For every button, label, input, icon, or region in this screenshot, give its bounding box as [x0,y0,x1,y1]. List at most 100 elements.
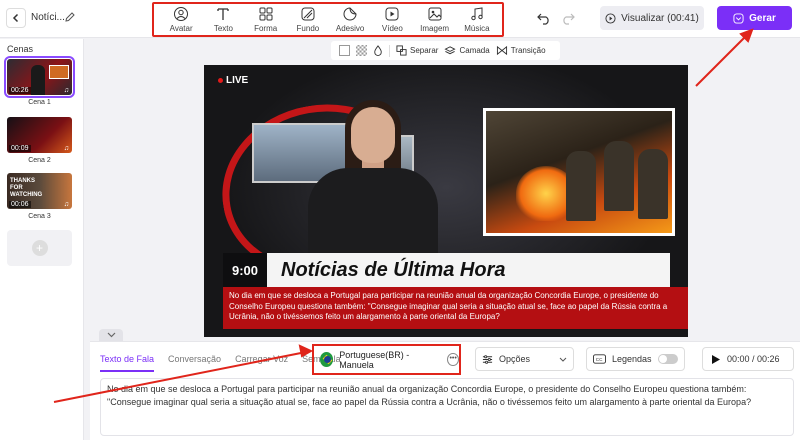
layers-icon [444,46,457,55]
tab-conversation[interactable]: Conversação [168,354,221,364]
layer-label: Camada [459,46,490,55]
plus-icon: + [31,240,48,256]
music-note-icon: ♫ [63,201,69,208]
music-note-icon: ♫ [63,87,69,94]
tool-text[interactable]: Texto [206,6,240,33]
scene-duration: 00:06 [9,201,31,208]
tab-upload-voice[interactable]: Carregar Voz [235,354,288,364]
live-indicator: LIVE [218,75,248,86]
scene-duration: 00:26 [9,87,31,94]
options-label: Opções [499,354,531,364]
speech-tabs: Texto de Fala Conversação Carregar Voz S… [100,342,341,375]
firefighter-figure [604,141,634,211]
canvas-toolbar: Separar Camada Transição [331,41,560,60]
back-button[interactable] [6,8,26,28]
text-icon [217,8,230,20]
sticker-icon [343,7,357,21]
scene-label: Cena 2 [28,157,51,164]
tool-background[interactable]: Fundo [291,6,325,33]
scene-item-1[interactable]: 00:26 ♫ Cena 1 [4,56,75,106]
script-textarea[interactable]: No dia em que se desloca a Portugal para… [100,378,794,436]
shapes-icon [259,7,273,21]
generate-label: Gerar [749,12,776,24]
video-icon [385,7,399,21]
transition-button[interactable]: Transição [496,45,546,56]
tool-label: Fundo [296,24,320,33]
ticker-text[interactable]: No dia em que se desloca a Portugal para… [223,287,688,329]
captions-label: Legendas [612,354,652,364]
options-dropdown[interactable]: Opções [475,347,574,371]
layer-button[interactable]: Camada [444,45,490,56]
music-note-icon: ♫ [63,145,69,152]
tool-music[interactable]: Música [460,6,494,33]
scene-duration: 00:09 [9,145,31,152]
separate-label: Separar [410,46,439,55]
firefighter-figure [566,151,596,221]
tab-text-to-speech[interactable]: Texto de Fala [100,346,155,372]
project-title[interactable]: Notíci... [31,12,65,23]
transparency-icon[interactable] [356,45,367,56]
video-preview[interactable]: LIVE 9:00 Notícias de Última Hora No dia… [204,65,688,337]
chevron-left-icon [12,13,19,23]
tool-shape[interactable]: Forma [249,6,283,33]
more-options-icon[interactable]: ••• [447,353,459,366]
tool-label: Imagem [420,24,450,33]
scene-label: Cena 3 [28,213,51,220]
tool-label: Vídeo [381,24,403,33]
voice-selector[interactable]: Portuguese(BR) - Manuela ••• [312,344,461,375]
pencil-icon[interactable] [64,11,76,23]
headline-box[interactable]: Notícias de Última Hora [267,253,670,287]
scene-item-2[interactable]: 00:09 ♫ Cena 2 [7,117,72,164]
headline-text: Notícias de Última Hora [281,258,506,281]
generate-icon [733,12,744,24]
tool-video[interactable]: Vídeo [375,6,409,33]
tool-sticker[interactable]: Adesivo [333,6,367,33]
captions-toggle[interactable] [658,354,678,364]
undo-icon[interactable] [536,11,552,25]
collapse-panel-button[interactable] [99,329,123,341]
add-scene-button[interactable]: + [7,230,72,266]
background-icon [301,7,315,21]
svg-text:CC: CC [596,357,603,362]
drop-icon[interactable] [373,45,383,56]
preview-button[interactable]: Visualizar (00:41) [600,6,704,30]
live-dot-icon [218,78,223,83]
voice-name: Portuguese(BR) - Manuela [339,349,410,370]
scene-item-3[interactable]: THANKS FOR WATCHING 00:06 ♫ Cena 3 [7,173,72,220]
tool-label: Adesivo [335,24,365,33]
thumb-caption: THANKS FOR WATCHING [10,178,43,198]
tool-image[interactable]: Imagem [418,6,452,33]
playback-time: 00:00 / 00:26 [727,354,780,364]
captions-control: CC Legendas [586,347,685,371]
firefighter-figure [638,149,668,219]
sliders-icon [482,354,493,364]
tool-label: Forma [254,24,278,33]
chevron-down-icon [107,332,115,338]
transition-label: Transição [510,46,546,55]
insert-toolbar: Avatar Texto Forma Fundo Adesivo Vídeo I… [152,2,504,37]
tool-avatar[interactable]: Avatar [164,6,198,33]
presenter-avatar[interactable] [351,107,395,163]
play-icon[interactable] [711,354,721,365]
music-icon [471,7,483,21]
chevron-down-icon [559,357,567,362]
top-bar: Notíci... Avatar Texto Forma Fundo Adesi… [0,0,800,38]
separate-icon [396,45,407,56]
time-label[interactable]: 9:00 [223,253,267,287]
scene-thumbnail: THANKS FOR WATCHING 00:06 ♫ [7,173,72,209]
scene-label: Cena 1 [28,99,51,106]
inset-image[interactable] [483,108,675,236]
divider [389,44,390,57]
separate-button[interactable]: Separar [396,45,438,56]
annotation-arrow [695,28,754,87]
preview-label: Visualizar (00:41) [621,12,699,24]
scene-thumbnail: 00:09 ♫ [7,117,72,153]
avatar-icon [174,7,189,21]
image-icon [428,7,442,21]
live-label: LIVE [226,75,249,86]
speech-panel: Texto de Fala Conversação Carregar Voz S… [90,341,800,440]
redo-icon[interactable] [560,11,576,25]
audio-player: 00:00 / 00:26 [702,347,794,371]
generate-button[interactable]: Gerar [717,6,792,30]
color-swatch[interactable] [339,45,350,56]
